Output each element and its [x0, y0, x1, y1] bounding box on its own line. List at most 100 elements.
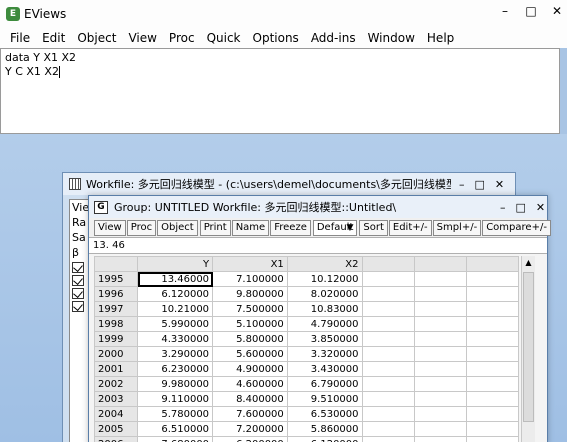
cell-y[interactable]: 9.980000: [137, 376, 214, 392]
obs-label[interactable]: 2000: [93, 346, 139, 362]
obs-label[interactable]: 2003: [93, 391, 139, 407]
menu-quick[interactable]: Quick: [201, 31, 247, 45]
display-format-dropdown[interactable]: Default ▼: [312, 219, 358, 236]
empty-cell[interactable]: [413, 286, 467, 302]
close-button[interactable]: ✕: [551, 4, 563, 18]
workfile-close-button[interactable]: ✕: [495, 178, 504, 191]
obs-label[interactable]: 1996: [93, 286, 139, 302]
cell-y[interactable]: 6.510000: [137, 421, 214, 437]
empty-cell[interactable]: [413, 436, 467, 442]
group-minimize-button[interactable]: –: [500, 201, 506, 214]
menu-options[interactable]: Options: [247, 31, 305, 45]
menu-window[interactable]: Window: [362, 31, 421, 45]
empty-cell[interactable]: [413, 391, 467, 407]
column-header-x2[interactable]: X2: [286, 256, 363, 272]
cell-y[interactable]: 6.120000: [137, 286, 214, 302]
edit-toggle-button[interactable]: Edit+/-: [388, 219, 432, 236]
obs-label[interactable]: 2004: [93, 406, 139, 422]
column-header-x1[interactable]: X1: [212, 256, 288, 272]
empty-cell[interactable]: [465, 286, 520, 302]
empty-cell[interactable]: [361, 301, 415, 317]
group-window[interactable]: G Group: UNTITLED Workfile: 多元回归线模型::Unt…: [88, 195, 551, 442]
sort-button[interactable]: Sort: [359, 219, 388, 236]
group-close-button[interactable]: ✕: [536, 201, 545, 214]
cell-x2[interactable]: 10.12000: [286, 271, 363, 287]
cell-y[interactable]: 4.330000: [137, 331, 214, 347]
empty-cell[interactable]: [413, 316, 467, 332]
empty-cell[interactable]: [465, 271, 520, 287]
print-button[interactable]: Print: [199, 219, 231, 236]
obs-label[interactable]: 2002: [93, 376, 139, 392]
empty-cell[interactable]: [361, 391, 415, 407]
workfile-titlebar[interactable]: Workfile: 多元回归线模型 - (c:\users\demel\docu…: [63, 173, 515, 195]
cell-x2[interactable]: 9.510000: [286, 391, 363, 407]
cell-x1[interactable]: 4.600000: [212, 376, 288, 392]
empty-cell[interactable]: [465, 301, 520, 317]
freeze-button[interactable]: Freeze: [270, 219, 311, 236]
cell-y[interactable]: 10.21000: [137, 301, 214, 317]
empty-cell[interactable]: [413, 361, 467, 377]
cell-x1[interactable]: 5.100000: [212, 316, 288, 332]
empty-cell[interactable]: [465, 361, 520, 377]
empty-cell[interactable]: [413, 406, 467, 422]
cell-x1[interactable]: 6.200000: [212, 436, 288, 442]
series-checkbox-icon[interactable]: [72, 288, 84, 299]
empty-cell[interactable]: [465, 406, 520, 422]
empty-cell[interactable]: [413, 376, 467, 392]
cell-x1[interactable]: 5.600000: [212, 346, 288, 362]
empty-cell[interactable]: [465, 376, 520, 392]
empty-cell[interactable]: [465, 421, 520, 437]
cell-y[interactable]: 5.990000: [137, 316, 214, 332]
obs-label[interactable]: 1997: [93, 301, 139, 317]
menu-add-ins[interactable]: Add-ins: [305, 31, 362, 45]
cell-x2[interactable]: 3.320000: [286, 346, 363, 362]
maximize-button[interactable]: □: [525, 4, 537, 18]
object-button[interactable]: Object: [157, 219, 198, 236]
empty-cell[interactable]: [465, 316, 520, 332]
empty-cell[interactable]: [413, 271, 467, 287]
empty-cell[interactable]: [465, 346, 520, 362]
cell-x2[interactable]: 6.120000: [286, 436, 363, 442]
cell-x2[interactable]: 6.790000: [286, 376, 363, 392]
obs-label[interactable]: 2006: [93, 436, 139, 442]
empty-cell[interactable]: [361, 346, 415, 362]
cell-x2[interactable]: 8.020000: [286, 286, 363, 302]
menu-file[interactable]: File: [4, 31, 36, 45]
smpl-toggle-button[interactable]: Smpl+/-: [432, 219, 482, 236]
cell-y[interactable]: 7.680000: [137, 436, 214, 442]
cell-x2[interactable]: 6.530000: [286, 406, 363, 422]
compare-toggle-button[interactable]: Compare+/-: [482, 219, 551, 236]
empty-cell[interactable]: [465, 331, 520, 347]
cell-x1[interactable]: 7.600000: [212, 406, 288, 422]
obs-label[interactable]: 2005: [93, 421, 139, 437]
empty-cell[interactable]: [465, 391, 520, 407]
cell-y[interactable]: 6.230000: [137, 361, 214, 377]
minimize-button[interactable]: –: [499, 4, 511, 18]
group-maximize-button[interactable]: □: [516, 201, 526, 214]
empty-cell[interactable]: [361, 421, 415, 437]
cell-x1[interactable]: 7.100000: [212, 271, 288, 287]
empty-cell[interactable]: [361, 406, 415, 422]
obs-label[interactable]: 1999: [93, 331, 139, 347]
series-checkbox-icon[interactable]: [72, 301, 84, 312]
empty-cell[interactable]: [361, 286, 415, 302]
empty-cell[interactable]: [361, 316, 415, 332]
obs-label[interactable]: 2001: [93, 361, 139, 377]
cell-x2[interactable]: 4.790000: [286, 316, 363, 332]
cell-x1[interactable]: 9.800000: [212, 286, 288, 302]
cell-x1[interactable]: 7.500000: [212, 301, 288, 317]
command-window[interactable]: data Y X1 X2 Y C X1 X2: [0, 48, 560, 134]
column-header-y[interactable]: Y: [137, 256, 214, 272]
cell-y[interactable]: 5.780000: [137, 406, 214, 422]
empty-cell[interactable]: [413, 346, 467, 362]
cell-x2[interactable]: 3.850000: [286, 331, 363, 347]
view-button[interactable]: View: [94, 219, 126, 236]
scroll-up-icon[interactable]: ▲: [522, 256, 535, 270]
empty-cell[interactable]: [413, 331, 467, 347]
cell-x1[interactable]: 8.400000: [212, 391, 288, 407]
cell-y[interactable]: 13.46000: [137, 271, 214, 287]
scroll-thumb[interactable]: [523, 272, 534, 422]
name-button[interactable]: Name: [231, 219, 270, 236]
empty-cell[interactable]: [413, 301, 467, 317]
group-titlebar[interactable]: G Group: UNTITLED Workfile: 多元回归线模型::Unt…: [89, 196, 547, 218]
